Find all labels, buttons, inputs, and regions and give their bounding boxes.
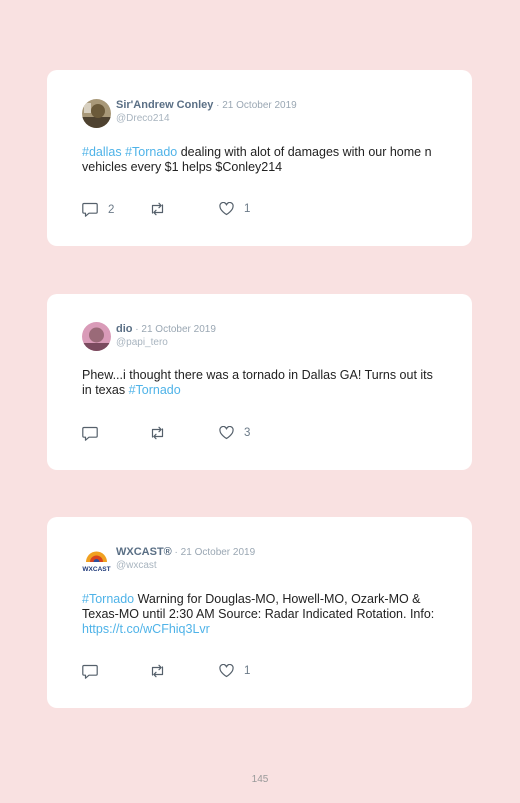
tweet-text: #Tornado Warning for Douglas-MO, Howell-… [82,592,442,637]
like-count: 1 [244,203,251,215]
like-count: 1 [244,665,251,677]
hashtag-link[interactable]: #Tornado [129,383,181,397]
hashtag-link[interactable]: #Tornado [125,145,177,159]
author-handle[interactable]: @papi_tero [116,337,168,348]
avatar[interactable]: WXCAST [82,546,111,575]
heart-icon [219,202,234,216]
hashtag-link[interactable]: #Tornado [82,592,134,606]
retweet-button[interactable] [149,202,166,216]
tweet-actions: 2 1 [82,202,282,218]
hashtag-link[interactable]: #dallas [82,145,122,159]
tweet-card: dio · 21 October 2019 @papi_tero Phew...… [47,294,472,470]
like-button[interactable]: 1 [219,664,250,678]
page-number: 145 [251,774,269,785]
reply-button[interactable] [82,664,108,679]
text-fragment: Warning for Douglas-MO, Howell-MO, Ozark… [82,592,435,621]
avatar[interactable] [82,322,111,351]
heart-icon [219,664,234,678]
heart-icon [219,426,234,440]
tweet-actions: 3 [82,426,282,442]
retweet-icon [151,426,164,440]
tweet-date: · 21 October 2019 [171,547,256,558]
author-handle[interactable]: @wxcast [116,560,157,571]
retweet-icon [151,202,164,216]
tweet-text: #dallas #Tornado dealing with alot of da… [82,145,442,175]
retweet-button[interactable] [149,426,166,440]
avatar[interactable] [82,99,111,128]
tweet-card: WXCAST WXCAST® · 21 October 2019 @wxcast… [47,517,472,708]
like-button[interactable]: 1 [219,202,250,216]
author-name[interactable]: WXCAST® [116,546,172,558]
avatar-logo-text: WXCAST [82,566,110,573]
reply-button[interactable]: 2 [82,202,114,217]
retweet-button[interactable] [149,664,166,678]
author-name[interactable]: dio [116,323,133,335]
tweet-date: · 21 October 2019 [213,100,297,111]
url-link[interactable]: https://t.co/wCFhiq3Lvr [82,622,210,636]
reply-button[interactable] [82,426,108,441]
tweet-date: · 21 October 2019 [132,324,216,335]
tweet-actions: 1 [82,664,282,680]
tweet-text: Phew...i thought there was a tornado in … [82,368,442,398]
tweet-card: Sir'Andrew Conley · 21 October 2019 @Dre… [47,70,472,246]
comment-icon [82,426,98,441]
like-button[interactable]: 3 [219,426,250,440]
reply-count: 2 [108,203,115,216]
author-handle[interactable]: @Dreco214 [116,113,170,124]
comment-icon [82,202,98,217]
comment-icon [82,664,98,679]
like-count: 3 [244,427,251,439]
retweet-icon [151,664,164,678]
author-name[interactable]: Sir'Andrew Conley [116,99,213,111]
